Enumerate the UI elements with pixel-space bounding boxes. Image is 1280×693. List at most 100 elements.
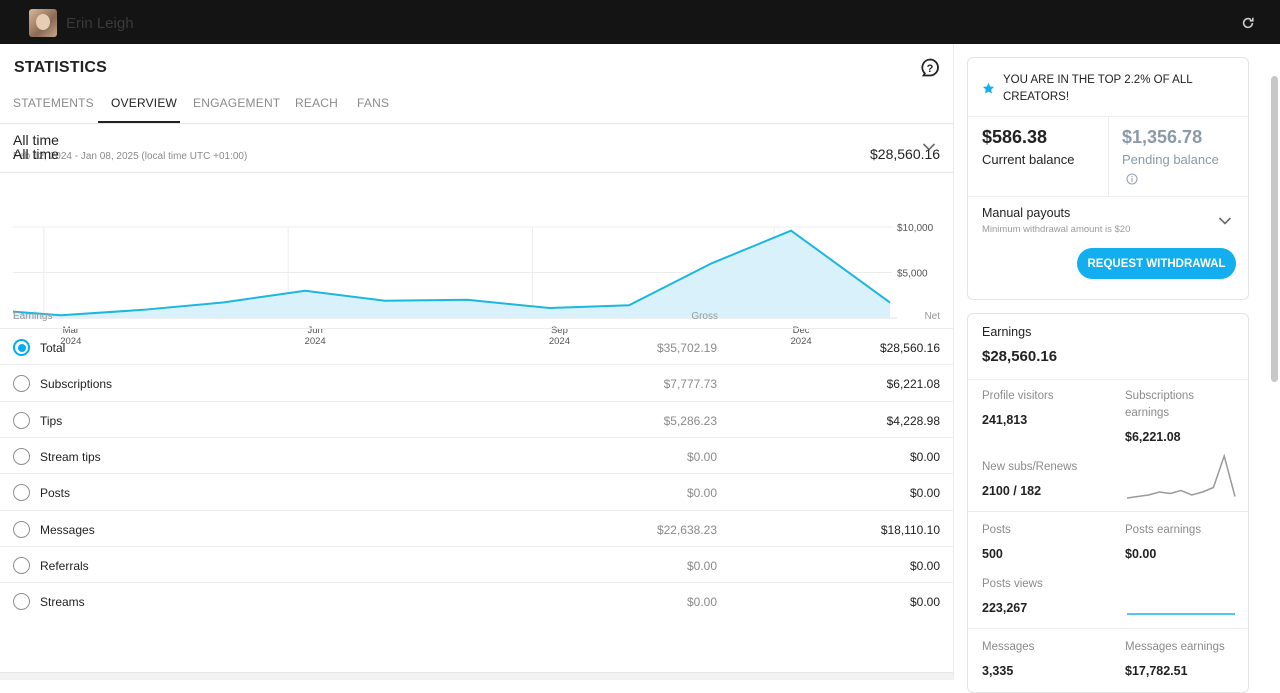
divider bbox=[968, 511, 1248, 512]
sidebar: YOU ARE IN THE TOP 2.2% OF ALL CREATORS!… bbox=[953, 44, 1280, 693]
tab-fans[interactable]: FANS bbox=[357, 96, 389, 110]
radio-button[interactable] bbox=[13, 484, 30, 502]
radio-button[interactable] bbox=[13, 447, 30, 465]
row-label: Stream tips bbox=[40, 449, 101, 464]
svg-text:?: ? bbox=[927, 63, 934, 75]
top-bar: Erin Leigh bbox=[0, 0, 1280, 44]
posts-label: Posts bbox=[982, 524, 1011, 536]
radio-button[interactable] bbox=[13, 520, 30, 538]
divider bbox=[1108, 117, 1109, 196]
divider bbox=[968, 196, 1248, 197]
row-net: $28,560.16 bbox=[879, 341, 940, 355]
subscriptions-sparkline bbox=[1126, 454, 1236, 499]
sparkline-line bbox=[1126, 454, 1236, 499]
posts-views-value: 223,267 bbox=[982, 601, 1028, 615]
tab-reach[interactable]: REACH bbox=[295, 96, 338, 110]
tab-engagement[interactable]: ENGAGEMENT bbox=[193, 96, 280, 110]
row-gross: $0.00 bbox=[686, 486, 717, 501]
messages-value: 3,335 bbox=[982, 664, 1014, 678]
row-label: Referrals bbox=[40, 558, 89, 573]
tab-statements[interactable]: STATEMENTS bbox=[13, 96, 94, 110]
current-balance-label: Current balance bbox=[982, 152, 1075, 167]
row-label: Total bbox=[40, 341, 66, 355]
row-label: Messages bbox=[40, 522, 95, 537]
row-net: $4,228.98 bbox=[886, 413, 940, 428]
radio-button[interactable] bbox=[13, 375, 30, 393]
y-tick-label: $10,000 bbox=[897, 223, 934, 234]
new-subs-value: 2100 / 182 bbox=[982, 484, 1042, 498]
chart-title: All time bbox=[13, 146, 59, 162]
row-label: Posts bbox=[40, 486, 71, 501]
star-icon bbox=[982, 82, 995, 94]
tab-overview[interactable]: OVERVIEW bbox=[111, 96, 177, 110]
table-header-earnings: Earnings bbox=[13, 311, 53, 322]
row-label: Streams bbox=[40, 595, 85, 610]
row-label: Subscriptions bbox=[40, 377, 113, 392]
table-row[interactable]: Stream tips $0.00 $0.00 bbox=[0, 436, 953, 473]
row-net: $0.00 bbox=[909, 486, 940, 501]
chart-total: $28,560.16 bbox=[870, 146, 941, 162]
profile-visitors-value: 241,813 bbox=[982, 413, 1028, 427]
scrollbar[interactable] bbox=[1271, 76, 1278, 382]
table-row[interactable]: Messages $22,638.23 $18,110.10 bbox=[0, 509, 953, 546]
chevron-down-icon[interactable] bbox=[1218, 216, 1232, 226]
top-creator-badge: YOU ARE IN THE TOP 2.2% OF ALL CREATORS! bbox=[1003, 74, 1193, 103]
earnings-summary-card: Earnings $28,560.16 Profile visitors 241… bbox=[967, 313, 1249, 693]
period-selector[interactable]: All time Feb 12, 2024 - Jan 08, 2025 (lo… bbox=[0, 124, 953, 173]
row-gross: $0.00 bbox=[686, 449, 717, 464]
divider bbox=[968, 379, 1248, 380]
radio-button[interactable] bbox=[13, 411, 30, 429]
refresh-icon[interactable] bbox=[1241, 16, 1255, 30]
radio-button[interactable] bbox=[13, 593, 30, 611]
radio-button[interactable] bbox=[13, 339, 30, 356]
posts-sparkline bbox=[1127, 613, 1235, 615]
row-gross: $5,286.23 bbox=[663, 413, 717, 428]
row-label: Tips bbox=[40, 413, 63, 428]
posts-earnings-value: $0.00 bbox=[1125, 547, 1157, 561]
table-row[interactable]: Posts $0.00 $0.00 bbox=[0, 473, 953, 509]
table-row[interactable]: Total $35,702.19 $28,560.16 bbox=[0, 328, 953, 364]
info-icon[interactable] bbox=[1126, 173, 1138, 185]
table-row[interactable]: Tips $5,286.23 $4,228.98 bbox=[0, 400, 953, 437]
username[interactable]: Erin Leigh bbox=[66, 15, 134, 32]
help-icon[interactable]: ? bbox=[920, 58, 940, 80]
row-gross: $22,638.23 bbox=[656, 522, 717, 537]
messages-earnings-label: Messages earnings bbox=[1125, 641, 1225, 653]
row-net: $0.00 bbox=[909, 595, 940, 610]
row-net: $0.00 bbox=[909, 449, 940, 464]
row-gross: $0.00 bbox=[686, 558, 717, 573]
table-row[interactable]: Referrals $0.00 $0.00 bbox=[0, 545, 953, 582]
table-row[interactable]: Streams $0.00 $0.00 bbox=[0, 582, 953, 618]
y-tick-label: $5,000 bbox=[897, 269, 928, 280]
row-net: $6,221.08 bbox=[886, 377, 940, 392]
row-gross: $7,777.73 bbox=[663, 377, 717, 392]
posts-earnings-label: Posts earnings bbox=[1125, 524, 1202, 536]
divider bbox=[968, 628, 1248, 629]
table-header-net: Net bbox=[924, 311, 940, 322]
bottom-strip bbox=[0, 672, 953, 680]
posts-value: 500 bbox=[982, 547, 1003, 561]
page-title: STATISTICS bbox=[14, 59, 107, 76]
row-gross: $35,702.19 bbox=[656, 341, 717, 355]
subscriptions-earnings-label: Subscriptions earnings bbox=[1125, 390, 1195, 419]
table-header-gross: Gross bbox=[691, 311, 718, 322]
request-withdrawal-button[interactable]: REQUEST WITHDRAWAL bbox=[1077, 248, 1236, 279]
row-gross: $0.00 bbox=[686, 595, 717, 610]
balance-card: YOU ARE IN THE TOP 2.2% OF ALL CREATORS!… bbox=[967, 57, 1249, 300]
row-net: $18,110.10 bbox=[880, 522, 940, 537]
manual-payouts-subtitle: Minimum withdrawal amount is $20 bbox=[982, 224, 1131, 235]
pending-balance-label: Pending balance bbox=[1122, 152, 1219, 167]
earnings-total: $28,560.16 bbox=[982, 348, 1058, 365]
messages-earnings-value: $17,782.51 bbox=[1125, 664, 1188, 678]
earnings-title: Earnings bbox=[982, 325, 1032, 339]
avatar[interactable] bbox=[29, 9, 57, 37]
table-row[interactable]: Subscriptions $7,777.73 $6,221.08 bbox=[0, 364, 953, 400]
manual-payouts-title[interactable]: Manual payouts bbox=[982, 206, 1070, 220]
new-subs-label: New subs/Renews bbox=[982, 461, 1078, 473]
active-tab-indicator bbox=[98, 121, 180, 123]
profile-visitors-label: Profile visitors bbox=[982, 390, 1054, 402]
current-balance-amount: $586.38 bbox=[982, 127, 1048, 147]
tab-bar: STATEMENTS OVERVIEW ENGAGEMENT REACH FAN… bbox=[0, 88, 953, 124]
posts-views-label: Posts views bbox=[982, 578, 1043, 590]
radio-button[interactable] bbox=[13, 556, 30, 574]
